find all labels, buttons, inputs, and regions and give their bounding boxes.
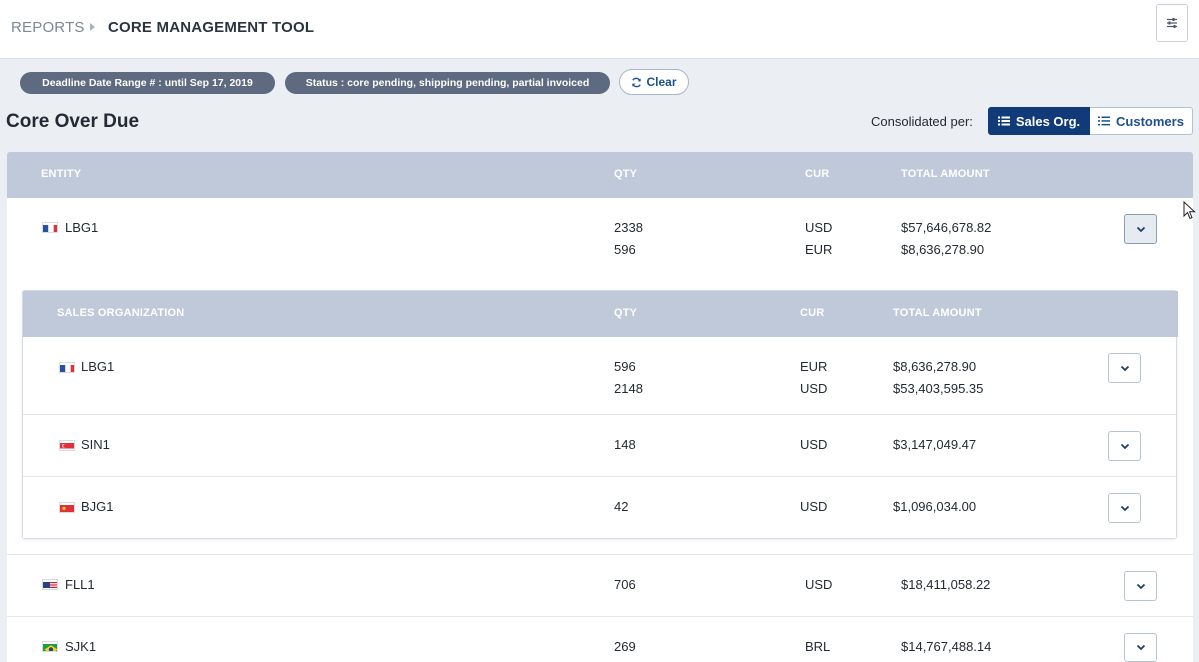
qty-value: 596 [614,359,636,374]
entity-name: SJK1 [65,639,97,654]
total-amount-value: $3,147,049.47 [893,437,977,452]
currency-value: USD [800,381,828,396]
chevron-down-icon [1120,505,1129,511]
total-amount-value: $14,767,488.14 [901,639,992,654]
france-flag-icon [42,222,58,233]
list-icon [997,116,1010,126]
currency-value: BRL [805,639,831,654]
top-bar: REPORTS CORE MANAGEMENT TOOL [0,0,1199,59]
clear-filters-button[interactable]: Clear [619,69,689,95]
header-sales-organization[interactable]: SALES ORGANIZATION [57,307,184,319]
customers-toggle-button[interactable]: Customers [1090,107,1193,135]
total-amount-value: $53,403,595.35 [893,381,984,396]
sliders-icon [1167,18,1177,28]
expand-row-button[interactable] [1124,571,1157,601]
chevron-down-icon [1136,644,1145,651]
total-amount-value: $8,636,278.90 [901,242,985,257]
header-cur[interactable]: CUR [800,307,824,319]
sales-org-name: SIN1 [81,437,110,452]
entity-name: FLL1 [65,577,95,592]
table-row[interactable]: SJK1 269 BRL $14,767,488.14 [7,617,1193,662]
total-amount-value: $8,636,278.90 [893,359,977,374]
qty-value: 2338 [614,220,643,235]
expand-row-button[interactable] [1108,431,1141,461]
clear-label: Clear [646,75,677,89]
sales-org-label: Sales Org. [1015,113,1081,129]
sales-org-toggle-button[interactable]: Sales Org. [988,107,1090,135]
sales-org-name: LBG1 [81,359,115,374]
total-amount-value: $57,646,678.82 [901,220,992,235]
header-total-amount[interactable]: TOTAL AMOUNT [901,168,990,180]
china-flag-icon [59,502,75,513]
expand-row-button[interactable] [1124,633,1157,662]
header-qty[interactable]: QTY [614,168,637,180]
total-amount-value: $18,411,058.22 [901,577,991,592]
header-cur[interactable]: CUR [805,168,829,180]
table-row[interactable]: FLL1 706 USD $18,411,058.22 [7,555,1193,617]
sub-table-header: SALES ORGANIZATION QTY CUR TOTAL AMOUNT [23,291,1178,337]
sub-table-row[interactable]: LBG1 596 EUR $8,636,278.90 2148 USD $53,… [23,337,1176,415]
usa-flag-icon [42,579,58,590]
filter-settings-button[interactable] [1156,4,1188,42]
expand-row-button[interactable] [1108,493,1141,523]
currency-value: USD [800,499,828,514]
customers-label: Customers [1116,113,1184,129]
consolidated-per-label: Consolidated per: [871,114,973,129]
header-qty[interactable]: QTY [614,307,637,319]
status-filter-chip[interactable]: Status : core pending, shipping pending,… [285,72,610,94]
entity-name: LBG1 [65,220,99,235]
sales-org-name: BJG1 [81,499,114,514]
singapore-flag-icon [59,440,75,451]
chevron-down-icon [1136,226,1145,232]
mouse-cursor-icon [1183,201,1196,220]
breadcrumb-separator-icon [90,23,95,31]
sales-organization-panel: SALES ORGANIZATION QTY CUR TOTAL AMOUNT … [22,290,1178,539]
page-title: Core Over Due [6,111,140,132]
currency-value: EUR [800,359,828,374]
brazil-flag-icon [42,641,58,652]
list-icon [1098,116,1111,126]
chevron-down-icon [1136,583,1145,589]
qty-value: 148 [614,437,636,452]
chevron-down-icon [1120,365,1129,371]
france-flag-icon [59,362,75,373]
qty-value: 596 [614,242,636,257]
qty-value: 269 [614,639,636,654]
currency-value: USD [800,437,828,452]
qty-value: 706 [614,577,636,592]
qty-value: 2148 [614,381,643,396]
chevron-down-icon [1120,443,1129,449]
currency-value: EUR [805,242,833,257]
expand-row-button[interactable] [1108,353,1141,383]
header-entity[interactable]: ENTITY [41,168,81,180]
deadline-filter-chip[interactable]: Deadline Date Range # : until Sep 17, 20… [20,72,275,94]
sub-table-row[interactable]: SIN1 148 USD $3,147,049.47 [23,415,1176,477]
total-amount-value: $1,096,034.00 [893,499,977,514]
breadcrumb-reports[interactable]: REPORTS [11,19,85,36]
currency-value: USD [805,220,833,235]
qty-value: 42 [614,499,629,514]
sub-table-row[interactable]: BJG1 42 USD $1,096,034.00 [23,477,1176,538]
expand-row-button[interactable] [1124,214,1157,244]
header-total-amount[interactable]: TOTAL AMOUNT [893,307,982,319]
table-header: ENTITY QTY CUR TOTAL AMOUNT [7,152,1193,198]
currency-value: USD [805,577,833,592]
refresh-icon [632,77,642,87]
breadcrumb-current: CORE MANAGEMENT TOOL [108,19,315,36]
